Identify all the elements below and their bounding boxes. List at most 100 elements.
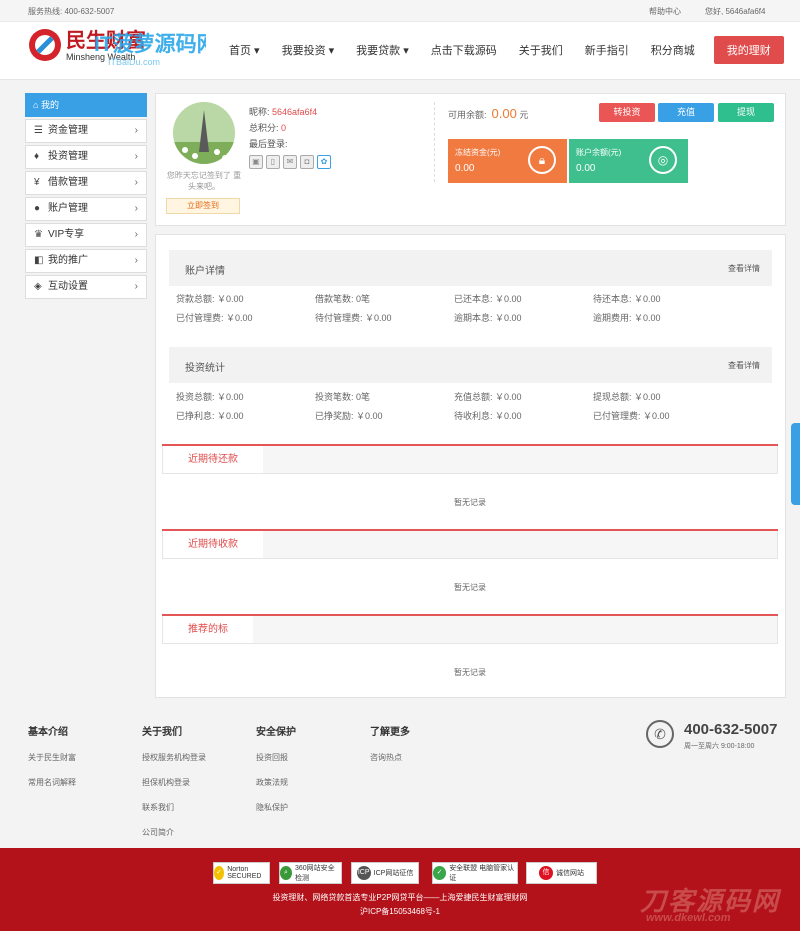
floating-service-tab[interactable] [791,423,800,505]
stat-cell: 投资笔数: 0笔 [315,392,371,402]
svg-text:IT菠萝源码网: IT菠萝源码网 [94,32,206,56]
stat-cell: 提现总额: ￥0.00 [593,392,661,402]
sidebar-item-promo[interactable]: ◧ 我的推广 › [25,249,147,273]
trust-site-badge[interactable]: 信诚信网站 [526,862,597,884]
stat-cell: 已付管理费: ￥0.00 [176,313,253,323]
avatar[interactable] [173,102,235,164]
footer-col-intro: 基本介绍 关于民生财富 常用名词解释 [28,727,76,788]
sidebar-item-loan[interactable]: ¥ 借款管理 › [25,171,147,195]
home-icon: ⌂ [33,100,41,110]
nav-mall[interactable]: 积分商城 [640,36,706,64]
tab-upcoming-repay: 近期待还款 [162,446,778,474]
sidebar-item-vip[interactable]: ♛ VIP专享 › [25,223,147,247]
nav-guide[interactable]: 新手指引 [574,36,640,64]
invest-stats-link[interactable]: 查看详情 [728,360,760,371]
security-alliance-badge[interactable]: ✓ 安全联盟 电脑管家认证 [432,862,518,884]
footer-col-security: 安全保护 投资回报 政策法规 隐私保护 [256,727,296,813]
coins-icon: ◎ [649,146,677,174]
chevron-right-icon: › [134,229,138,240]
empty-text: 暂无记录 [454,583,486,592]
greeting-text: 您好, 5646afa6f4 [705,7,766,16]
gear-icon[interactable]: ✿ [317,155,331,169]
nav-about[interactable]: 关于我们 [508,36,574,64]
footer-link[interactable]: 政策法规 [256,777,296,788]
footer-link[interactable]: 关于民生财富 [28,752,76,763]
nav-home[interactable]: 首页 ▾ [218,36,271,64]
tab-label[interactable]: 近期待还款 [163,446,263,473]
phone-icon[interactable]: ▯ [266,155,280,169]
lock-icon[interactable]: ◘ [300,155,314,169]
tab-label[interactable]: 推荐的标 [163,616,253,643]
sidebar: ⌂ 我的 ☰ 资金管理 › ♦ 投资管理 › ¥ 借款管理 › ● 账户管理 › ♛ VIP专享 ›… [25,93,147,299]
header: 民生财富 Minsheng Wealth IT菠萝源码网 ITBaiDu.com… [0,22,800,80]
norton-badge[interactable]: ✓ Norton SECURED [213,862,270,884]
footer-col-about: 关于我们 授权服务机构登录 担保机构登录 联系我们 公司简介 [142,727,206,838]
invest-button[interactable]: 转投资 [599,103,655,122]
footer-col-more: 了解更多 咨询热点 [370,727,410,763]
main-panel: 账户详情 查看详情 贷款总额: ￥0.00 借款笔数: 0笔 已还本息: ￥0.0… [155,234,786,698]
hotline-text: 服务热线: 400-632-5007 [28,7,115,16]
nav-download[interactable]: 点击下载源码 [420,36,508,64]
id-card-icon[interactable]: ▣ [249,155,263,169]
footer-link[interactable]: 授权服务机构登录 [142,752,206,763]
stat-cell: 逾期费用: ￥0.00 [593,313,661,323]
chevron-right-icon: › [134,177,138,188]
yen-icon: ¥ [34,177,40,188]
empty-text: 暂无记录 [454,668,486,677]
footer-link[interactable]: 隐私保护 [256,802,296,813]
site-logo[interactable]: 民生财富 Minsheng Wealth IT菠萝源码网 ITBaiDu.com [26,25,218,77]
stat-cell: 待收利息: ￥0.00 [454,411,522,421]
stat-cell: 已挣奖励: ￥0.00 [315,411,383,421]
account-details-link[interactable]: 查看详情 [728,263,760,274]
chevron-right-icon: › [134,255,138,266]
nav-loan[interactable]: 我要贷款 ▾ [345,36,420,64]
recharge-button[interactable]: 充值 [658,103,714,122]
stat-cell: 充值总额: ￥0.00 [454,392,522,402]
sidebar-item-settings[interactable]: ◈ 互动设置 › [25,275,147,299]
bottom-bar: ✓ Norton SECURED ⌕ 360网站安全检测 ICP ICP网站征信 ✓ 安… [0,848,800,931]
stat-cell: 逾期本息: ￥0.00 [454,313,522,323]
withdraw-button[interactable]: 提现 [718,103,774,122]
logo-graphic: 民生财富 Minsheng Wealth IT菠萝源码网 ITBaiDu.com [29,28,218,67]
sign-in-button[interactable]: 立即签到 [166,198,240,214]
tab-label[interactable]: 近期待收款 [163,531,263,558]
account-balance-card: 账户余额(元) 0.00 ◎ [569,139,688,183]
invest-stats-header: 投资统计 查看详情 [169,347,772,383]
chevron-right-icon: › [134,125,138,136]
money-bag-icon: ♦ [34,151,40,162]
main-nav: 首页 ▾ 我要投资 ▾ 我要贷款 ▾ 点击下载源码 关于我们 新手指引 积分商城… [218,36,784,64]
footer-link[interactable]: 担保机构登录 [142,777,206,788]
my-finance-button[interactable]: 我的理财 [713,36,784,64]
stat-cell: 贷款总额: ￥0.00 [176,294,244,304]
top-bar: 服务热线: 400-632-5007 帮助中心 您好, 5646afa6f4 [0,0,800,22]
footer-link[interactable]: 公司简介 [142,827,206,838]
360-badge[interactable]: ⌕ 360网站安全检测 [279,862,342,884]
footer-link[interactable]: 咨询热点 [370,752,410,763]
stat-cell: 已挣利息: ￥0.00 [176,411,244,421]
tab-upcoming-receive: 近期待收款 [162,531,778,559]
stat-cell: 待还本息: ￥0.00 [593,294,661,304]
lock-icon: 🔒︎ [528,146,556,174]
sidebar-head[interactable]: ⌂ 我的 [25,93,147,117]
footer-link[interactable]: 投资回报 [256,752,296,763]
verify-icons: ▣ ▯ ✉ ◘ ✿ [249,155,331,169]
nav-invest[interactable]: 我要投资 ▾ [271,36,346,64]
sign-message: 您昨天忘记签到了 重头来吧。 [166,171,242,191]
sidebar-item-invest[interactable]: ♦ 投资管理 › [25,145,147,169]
tab-recommended: 推荐的标 [162,616,778,644]
crown-icon: ♛ [34,229,43,240]
nickname-row: 昵称: 5646afa6f4 [249,107,318,117]
profile-panel: 您昨天忘记签到了 重头来吧。 立即签到 昵称: 5646afa6f4 总积分: … [155,93,786,226]
sidebar-item-account[interactable]: ● 账户管理 › [25,197,147,221]
chevron-right-icon: › [134,203,138,214]
help-center-link[interactable]: 帮助中心 [649,6,681,17]
empty-text: 暂无记录 [454,498,486,507]
available-balance: 可用余额: 0.00 元 [448,106,529,121]
footer-link[interactable]: 常用名词解释 [28,777,76,788]
footer: 基本介绍 关于民生财富 常用名词解释 关于我们 授权服务机构登录 担保机构登录 … [0,707,800,847]
stat-cell: 投资总额: ￥0.00 [176,392,244,402]
email-icon[interactable]: ✉ [283,155,297,169]
sidebar-item-funds[interactable]: ☰ 资金管理 › [25,119,147,143]
footer-link[interactable]: 联系我们 [142,802,206,813]
icp-badge[interactable]: ICP ICP网站征信 [351,862,419,884]
